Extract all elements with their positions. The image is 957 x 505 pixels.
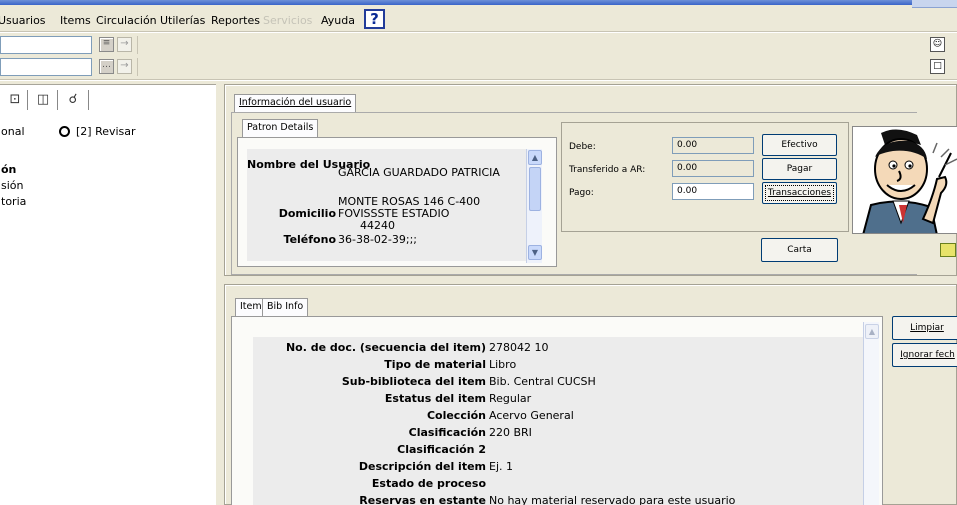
divider xyxy=(137,58,138,76)
divider xyxy=(0,79,957,81)
address-label: Domicilio xyxy=(278,207,336,220)
left-panel: ⊡ ◫ ☌ onal [2] Revisar ón sión toria xyxy=(0,84,216,505)
binoculars-icon[interactable]: ☌ xyxy=(64,91,82,109)
item-value: Acervo General xyxy=(489,409,574,422)
radio-label-partial: onal xyxy=(1,125,25,138)
user-info-panel: Información del usuario Patron Details N… xyxy=(224,84,957,276)
item-row: Descripción del item xyxy=(358,460,486,473)
item-value: No hay material reservado para este usua… xyxy=(489,494,736,505)
tab-patron-details[interactable]: Patron Details xyxy=(242,119,319,137)
ignorar-fecha-button[interactable]: Ignorar fech xyxy=(892,343,957,367)
revisar-radio-label: [2] Revisar xyxy=(76,125,136,138)
menu-ayuda[interactable]: Ayuda xyxy=(321,14,355,27)
window-icon[interactable]: □ xyxy=(930,59,945,74)
page-icon[interactable]: ◫ xyxy=(34,91,52,109)
id-field[interactable] xyxy=(0,58,92,76)
transferido-field: 0.00 xyxy=(672,160,754,177)
revisar-radio[interactable] xyxy=(59,126,70,137)
menu-items[interactable]: Items xyxy=(60,14,91,27)
help-icon[interactable]: ? xyxy=(364,9,385,29)
mail-icon[interactable] xyxy=(940,243,956,257)
pago-input[interactable]: 0.00 xyxy=(672,183,754,200)
tab-informacion-usuario[interactable]: Información del usuario xyxy=(234,94,357,112)
item-row: Clasificación xyxy=(408,426,486,439)
patron-scrollbar[interactable]: ▲ ▼ xyxy=(526,149,542,263)
transacciones-button[interactable]: Transacciones xyxy=(762,182,837,204)
patron-photo xyxy=(852,126,957,234)
item-value: 278042 10 xyxy=(489,341,549,354)
scroll-up-icon[interactable]: ▲ xyxy=(865,324,879,339)
item-value: Bib. Central CUCSH xyxy=(489,375,596,388)
title-bar-edge xyxy=(0,0,957,5)
efectivo-button[interactable]: Efectivo xyxy=(762,134,837,156)
tree-item[interactable]: toria xyxy=(1,195,26,208)
item-row: No. de doc. (secuencia del item) xyxy=(285,341,486,354)
item-row: Tipo de material xyxy=(384,358,486,371)
splitter[interactable] xyxy=(224,276,957,284)
divider xyxy=(137,36,138,54)
cartoon-man-icon xyxy=(862,129,957,233)
scroll-down-icon[interactable]: ▼ xyxy=(528,245,542,260)
splitter[interactable] xyxy=(216,84,224,505)
name-value: GARCIA GUARDADO PATRICIA xyxy=(338,166,500,179)
divider xyxy=(0,31,957,33)
item-row: Clasificación 2 xyxy=(397,443,486,456)
item-value: Ej. 1 xyxy=(489,460,513,473)
refresh-icon[interactable]: ⊡ xyxy=(6,91,24,109)
debe-label: Debe: xyxy=(569,142,596,152)
item-details-list: No. de doc. (secuencia del item) 278042 … xyxy=(253,337,863,505)
tree-item[interactable]: ón xyxy=(1,163,16,176)
divider xyxy=(88,90,89,110)
search-field[interactable] xyxy=(0,36,92,54)
address-line-3: 44240 xyxy=(360,219,395,232)
divider xyxy=(57,90,58,110)
debe-field: 0.00 xyxy=(672,137,754,154)
transferido-label: Transferido a AR: xyxy=(569,165,646,175)
name-label: Nombre del Usuario xyxy=(247,158,371,171)
menu-bar: Usuarios Items Circulación Utilerías Rep… xyxy=(0,10,957,32)
go-arrow-button[interactable]: → xyxy=(117,37,132,52)
item-panel: Item Bib Info No. de doc. (secuencia del… xyxy=(224,284,957,505)
pagar-button[interactable]: Pagar xyxy=(762,158,837,180)
item-row: Estado de proceso xyxy=(371,477,486,490)
divider xyxy=(27,90,28,110)
item-row: Reservas en estante xyxy=(359,494,486,505)
item-row: Sub-biblioteca del item xyxy=(341,375,486,388)
scroll-thumb[interactable] xyxy=(529,167,541,211)
menu-utilerias[interactable]: Utilerías xyxy=(160,14,205,27)
menu-servicios: Servicios xyxy=(263,14,313,27)
menu-reportes[interactable]: Reportes xyxy=(211,14,260,27)
phone-value: 36-38-02-39;;; xyxy=(338,233,418,246)
menu-circulacion[interactable]: Circulación xyxy=(96,14,157,27)
window-controls-area[interactable] xyxy=(912,0,957,8)
item-value: Regular xyxy=(489,392,532,405)
menu-usuarios[interactable]: Usuarios xyxy=(0,14,46,27)
item-row: Colección xyxy=(426,409,486,422)
tree-item[interactable]: sión xyxy=(1,179,24,192)
tab-bib-info[interactable]: Bib Info xyxy=(262,298,309,316)
carta-button[interactable]: Carta xyxy=(761,238,838,262)
item-value: 220 BRI xyxy=(489,426,532,439)
scroll-up-icon[interactable]: ▲ xyxy=(528,150,542,165)
item-value: Libro xyxy=(489,358,517,371)
go-arrow-button[interactable]: → xyxy=(117,59,132,74)
item-scrollbar[interactable]: ▲ xyxy=(863,322,879,505)
limpiar-button[interactable]: Limpiar xyxy=(892,316,957,340)
user-icon[interactable]: ☺ xyxy=(930,37,945,52)
list-button[interactable]: ≡ xyxy=(99,37,114,52)
browse-button[interactable]: … xyxy=(99,59,114,74)
item-row: Estatus del item xyxy=(384,392,486,405)
pago-label: Pago: xyxy=(569,188,594,198)
patron-details-list: Nombre del Usuario GARCIA GUARDADO PATRI… xyxy=(247,149,541,261)
balance-box: Debe: 0.00 Transferido a AR: 0.00 Pago: … xyxy=(561,122,849,232)
phone-label: Teléfono xyxy=(283,233,336,246)
